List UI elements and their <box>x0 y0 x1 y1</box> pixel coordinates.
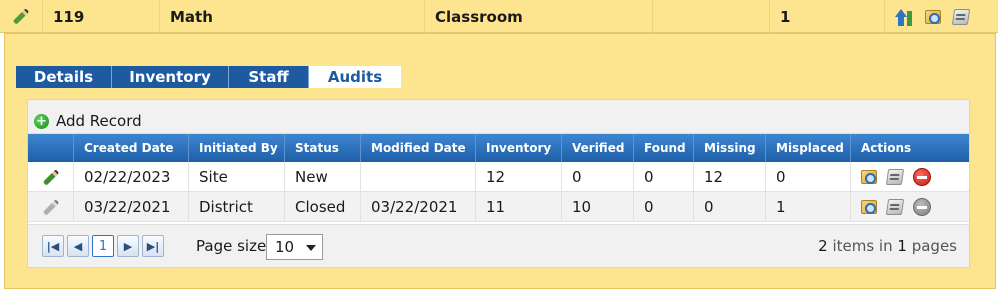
view-icon[interactable] <box>861 200 877 214</box>
pages-text: pages <box>911 237 957 255</box>
page-size-value: 10 <box>275 238 295 256</box>
initiated-by-cell: District <box>188 192 284 222</box>
tab-strip: Details Inventory Staff Audits <box>16 66 401 88</box>
sort-icon[interactable] <box>895 8 913 26</box>
header-misplaced[interactable]: Misplaced <box>765 134 850 162</box>
first-page-button[interactable]: |◀ <box>42 235 64 257</box>
header-actions: Actions <box>850 134 969 162</box>
pager: |◀ ◀ 1 ▶ ▶| Page size: 10 2 items in 1 p… <box>28 224 969 267</box>
tab-audits[interactable]: Audits <box>309 66 401 88</box>
pager-buttons: |◀ ◀ 1 ▶ ▶| <box>42 235 164 257</box>
next-page-button[interactable]: ▶ <box>117 235 139 257</box>
table-row[interactable]: 02/22/2023 Site New 12 0 0 12 0 <box>28 162 969 192</box>
misplaced-cell: 1 <box>765 192 850 222</box>
view-icon[interactable] <box>925 9 941 24</box>
plus-icon: + <box>34 113 49 129</box>
header-verified[interactable]: Verified <box>561 134 633 162</box>
edit-cell[interactable] <box>0 0 42 33</box>
found-cell: 0 <box>633 192 693 222</box>
print-icon[interactable] <box>885 169 905 185</box>
print-icon[interactable] <box>951 8 971 25</box>
header-edit <box>28 134 73 162</box>
tab-details[interactable]: Details <box>16 66 112 88</box>
found-cell: 0 <box>633 162 693 192</box>
status-cell: New <box>284 162 360 192</box>
room-id: 119 <box>42 0 159 33</box>
pencil-icon[interactable] <box>42 198 59 216</box>
page-count: 1 <box>897 237 907 255</box>
page-size-label: Page size: <box>196 237 272 255</box>
delete-icon[interactable] <box>913 168 931 186</box>
missing-cell: 0 <box>693 192 765 222</box>
delete-icon <box>913 198 931 216</box>
chevron-down-icon <box>306 245 316 251</box>
header-initiated-by[interactable]: Initiated By <box>188 134 284 162</box>
header-inventory[interactable]: Inventory <box>475 134 561 162</box>
header-status[interactable]: Status <box>284 134 360 162</box>
grid-header: Created Date Initiated By Status Modifie… <box>28 134 969 162</box>
created-date-cell: 02/22/2023 <box>73 162 188 192</box>
parent-row[interactable]: 119 Math Classroom 1 <box>0 0 998 33</box>
actions-cell <box>850 192 969 222</box>
inventory-cell: 12 <box>475 162 561 192</box>
pager-info: 2 items in 1 pages <box>818 237 957 255</box>
edit-cell[interactable] <box>28 162 73 192</box>
audits-grid: + Add Record Created Date Initiated By S… <box>27 99 970 268</box>
initiated-by-cell: Site <box>188 162 284 192</box>
item-count: 2 <box>818 237 828 255</box>
command-bar: + Add Record <box>28 100 969 134</box>
room-count: 1 <box>769 0 884 33</box>
empty-cell <box>652 0 769 33</box>
page-number-button[interactable]: 1 <box>92 235 114 257</box>
row-actions <box>884 0 998 33</box>
page-size-select[interactable]: 10 <box>266 234 323 260</box>
header-created-date[interactable]: Created Date <box>73 134 188 162</box>
prev-page-button[interactable]: ◀ <box>67 235 89 257</box>
header-found[interactable]: Found <box>633 134 693 162</box>
last-page-button[interactable]: ▶| <box>142 235 164 257</box>
tab-staff[interactable]: Staff <box>229 66 309 88</box>
verified-cell: 10 <box>561 192 633 222</box>
header-missing[interactable]: Missing <box>693 134 765 162</box>
table-row[interactable]: 03/22/2021 District Closed 03/22/2021 11… <box>28 192 969 222</box>
verified-cell: 0 <box>561 162 633 192</box>
room-subject: Math <box>159 0 424 33</box>
header-modified-date[interactable]: Modified Date <box>360 134 475 162</box>
modified-date-cell <box>360 162 475 192</box>
pencil-icon[interactable] <box>12 8 30 25</box>
pencil-icon[interactable] <box>42 168 59 186</box>
status-cell: Closed <box>284 192 360 222</box>
items-in-text: items in <box>832 237 893 255</box>
misplaced-cell: 0 <box>765 162 850 192</box>
actions-cell <box>850 162 969 192</box>
tab-inventory[interactable]: Inventory <box>112 66 229 88</box>
add-record-label: Add Record <box>56 112 142 130</box>
missing-cell: 12 <box>693 162 765 192</box>
modified-date-cell: 03/22/2021 <box>360 192 475 222</box>
print-icon[interactable] <box>885 199 905 215</box>
inventory-cell: 11 <box>475 192 561 222</box>
created-date-cell: 03/22/2021 <box>73 192 188 222</box>
room-type: Classroom <box>424 0 652 33</box>
view-icon[interactable] <box>861 170 877 184</box>
add-record-button[interactable]: + Add Record <box>34 111 142 131</box>
edit-cell[interactable] <box>28 192 73 222</box>
